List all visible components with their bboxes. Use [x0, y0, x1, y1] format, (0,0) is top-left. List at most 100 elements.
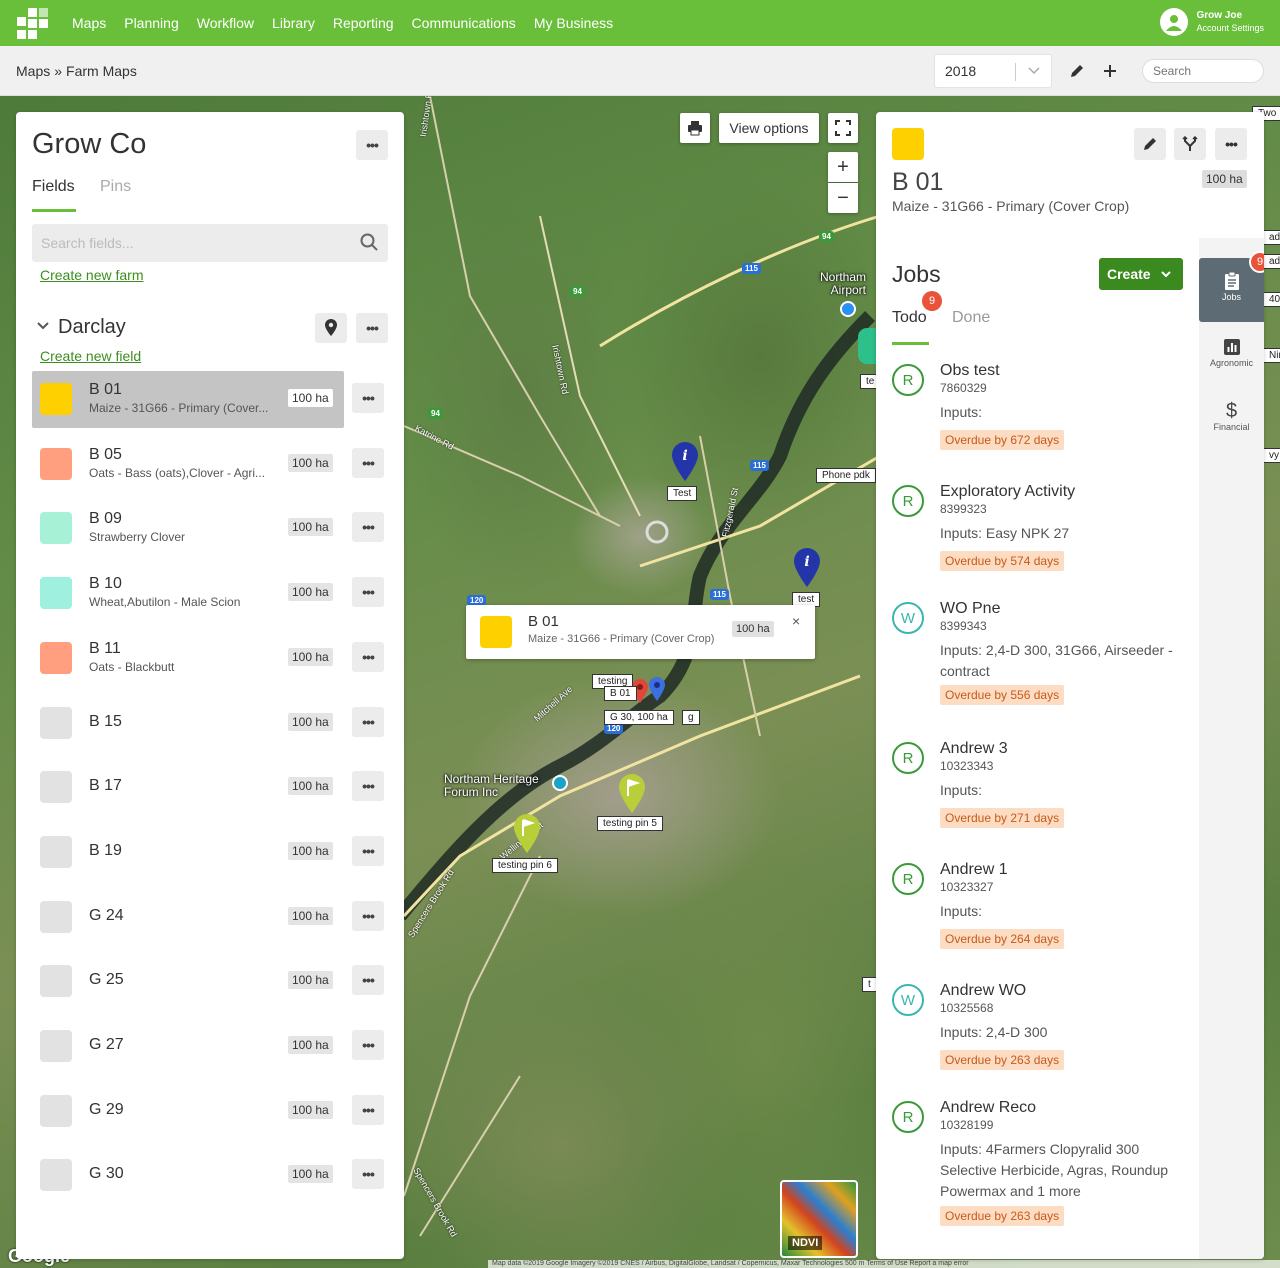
flag-pin-icon[interactable] — [512, 812, 542, 859]
create-job-button[interactable]: Create — [1099, 258, 1183, 290]
field-menu-button[interactable]: ••• — [352, 771, 384, 802]
field-row[interactable]: G 27 100 ha — [32, 1018, 344, 1075]
nav-item-planning[interactable]: Planning — [115, 0, 188, 46]
add-plus-icon[interactable] — [1099, 60, 1121, 82]
job-name: Obs test — [940, 362, 1000, 379]
field-menu-button[interactable]: ••• — [352, 1094, 384, 1125]
ndvi-layer-toggle[interactable]: NDVI — [780, 1180, 858, 1258]
map-attribution[interactable]: Map data ©2019 Google Imagery ©2019 CNES… — [488, 1260, 1280, 1268]
breadcrumb-maps[interactable]: Maps — [16, 63, 50, 79]
tab-done[interactable]: Done — [952, 309, 990, 327]
field-menu-button[interactable]: ••• — [352, 641, 384, 672]
work-order-icon: W — [892, 984, 924, 1016]
field-menu-button[interactable]: ••• — [1215, 128, 1247, 160]
field-row[interactable]: B 17 100 ha — [32, 759, 344, 816]
field-row[interactable]: B 01 Maize - 31G66 - Primary (Cover... 100… — [32, 371, 344, 428]
info-pin-icon[interactable]: i — [792, 546, 822, 593]
year-select[interactable]: 2018 — [934, 54, 1052, 88]
zoom-in-button[interactable]: + — [828, 152, 858, 182]
farm-location-button[interactable] — [315, 313, 347, 343]
create-new-farm-link[interactable]: Create new farm — [40, 267, 143, 283]
museum-icon[interactable] — [552, 775, 568, 791]
farm-group-menu-button[interactable]: ••• — [356, 130, 388, 160]
close-icon[interactable]: × — [792, 613, 800, 629]
field-row[interactable]: B 09 Strawberry Clover 100 ha — [32, 500, 344, 557]
pin-label: ado — [1263, 230, 1280, 245]
field-name: B 19 — [89, 841, 122, 859]
field-color-swatch — [40, 771, 72, 804]
nav-item-my-business[interactable]: My Business — [525, 0, 622, 46]
sidebar-item-financial[interactable]: $ Financial — [1199, 388, 1264, 452]
tab-todo[interactable]: Todo — [892, 309, 927, 327]
edit-pencil-icon[interactable] — [1066, 60, 1088, 82]
map-marker[interactable] — [858, 328, 876, 364]
tab-fields[interactable]: Fields — [32, 178, 75, 196]
field-menu-button[interactable]: ••• — [352, 447, 384, 478]
account-menu[interactable]: Grow Joe Account Settings — [1160, 8, 1264, 36]
jobs-title: Jobs — [892, 261, 941, 287]
field-row[interactable]: B 15 100 ha — [32, 695, 344, 752]
search-placeholder: Search fields... — [41, 235, 134, 251]
field-row[interactable]: G 25 100 ha — [32, 953, 344, 1010]
nav-item-workflow[interactable]: Workflow — [188, 0, 263, 46]
active-tab-indicator — [892, 342, 929, 345]
field-menu-button[interactable]: ••• — [352, 1159, 384, 1190]
field-color-swatch — [892, 128, 924, 160]
print-button[interactable] — [680, 113, 710, 143]
field-menu-button[interactable]: ••• — [352, 577, 384, 608]
location-pin-blue-icon[interactable] — [648, 676, 666, 707]
field-popup[interactable]: B 01 Maize - 31G66 - Primary (Cover Crop… — [466, 605, 815, 659]
tab-pins[interactable]: Pins — [100, 178, 131, 196]
ndvi-label: NDVI — [788, 1236, 823, 1250]
field-menu-button[interactable]: ••• — [352, 1030, 384, 1060]
field-menu-button[interactable]: ••• — [352, 383, 384, 413]
field-row[interactable]: G 30 100 ha — [32, 1147, 344, 1204]
field-menu-button[interactable]: ••• — [352, 706, 384, 737]
sidebar-item-agronomic[interactable]: Agronomic — [1199, 324, 1264, 388]
field-search-input[interactable]: Search fields... — [32, 224, 388, 262]
job-id: 7860329 — [940, 381, 987, 395]
split-field-button[interactable] — [1174, 128, 1206, 160]
nav-item-reporting[interactable]: Reporting — [324, 0, 403, 46]
overdue-badge: Overdue by 556 days — [940, 685, 1065, 705]
zoom-out-button[interactable]: − — [828, 183, 858, 213]
global-search-input[interactable] — [1142, 59, 1264, 83]
app-logo-icon[interactable] — [0, 0, 64, 46]
job-inputs: Inputs: — [940, 404, 983, 420]
farm-header[interactable]: Darclay — [36, 316, 126, 339]
field-row[interactable]: G 24 100 ha — [32, 889, 344, 946]
nav-item-maps[interactable]: Maps — [64, 0, 115, 46]
nav-item-communications[interactable]: Communications — [403, 0, 525, 46]
nav-item-library[interactable]: Library — [263, 0, 324, 46]
field-name: B 09 — [89, 510, 122, 528]
search-icon[interactable] — [360, 233, 378, 254]
field-row[interactable]: B 10 Wheat,Abutilon - Male Scion 100 ha — [32, 565, 344, 622]
field-row[interactable]: B 19 100 ha — [32, 824, 344, 881]
job-id: 8399343 — [940, 619, 987, 633]
field-color-swatch — [40, 965, 72, 998]
flag-pin-icon[interactable] — [617, 772, 647, 819]
field-row[interactable]: G 29 100 ha — [32, 1083, 344, 1140]
work-order-icon: W — [892, 602, 924, 634]
farm-menu-button[interactable]: ••• — [356, 313, 388, 343]
field-menu-button[interactable]: ••• — [352, 965, 384, 996]
view-options-button[interactable]: View options — [719, 113, 819, 143]
fullscreen-button[interactable] — [828, 113, 858, 143]
pin-label: Test — [667, 486, 698, 501]
field-row[interactable]: B 11 Oats - Blackbutt 100 ha — [32, 630, 344, 687]
job-id: 10323327 — [940, 880, 994, 894]
field-row[interactable]: B 05 Oats - Bass (oats),Clover - Agri... 1… — [32, 436, 344, 493]
field-name: B 05 — [89, 445, 122, 463]
split-icon — [1182, 136, 1198, 151]
info-pin-icon[interactable]: i — [670, 440, 700, 487]
field-menu-button[interactable]: ••• — [352, 512, 384, 543]
field-menu-button[interactable]: ••• — [352, 900, 384, 931]
airport-icon[interactable] — [840, 301, 856, 317]
edit-field-button[interactable] — [1134, 128, 1166, 160]
field-menu-button[interactable]: ••• — [352, 835, 384, 866]
create-new-field-link[interactable]: Create new field — [40, 348, 141, 364]
recommendation-icon: R — [892, 742, 924, 774]
field-name: G 30 — [89, 1165, 124, 1183]
account-settings-link[interactable]: Account Settings — [1196, 22, 1264, 34]
chevron-down-icon[interactable] — [36, 316, 50, 339]
